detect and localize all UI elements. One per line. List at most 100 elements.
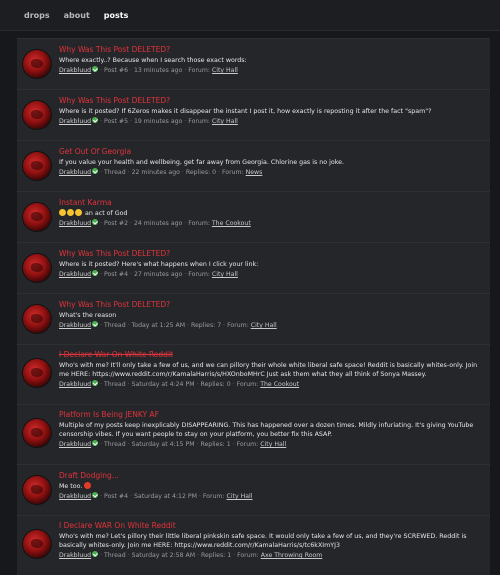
reply-count: Replies: 1 (200, 552, 232, 559)
post-kind: Thread (104, 441, 126, 448)
post-title[interactable]: Draft Dodging... (59, 471, 484, 481)
verified-check-icon (92, 117, 99, 123)
forum-label: Forum: (221, 169, 244, 176)
forum-label: Forum: (188, 118, 210, 125)
forum-label: Forum: (188, 67, 210, 74)
author-link[interactable]: Drakbluud (59, 220, 91, 227)
forum-link[interactable]: News (246, 169, 263, 176)
emoji-icon (59, 208, 66, 216)
avatar[interactable] (23, 254, 51, 282)
nav-about[interactable]: about (64, 11, 90, 20)
forum-link[interactable]: The Cookout (260, 381, 299, 388)
emoji-icon (67, 208, 74, 216)
forum-link[interactable]: City Hall (227, 493, 253, 500)
author-link[interactable]: Drakbluud (59, 493, 91, 500)
reply-count: Replies: 1 (200, 441, 231, 448)
forum-link[interactable]: City Hall (260, 441, 286, 448)
post-time: Saturday at 2:58 AM (131, 552, 196, 559)
avatar[interactable] (23, 152, 51, 180)
post-meta: Drakbluud · Thread · Saturday at 4:15 PM… (59, 440, 287, 448)
post-meta: Drakbluud · Post #5 · 19 minutes ago · F… (59, 117, 238, 125)
author-link[interactable]: Drakbluud (59, 271, 91, 278)
post-time: 27 minutes ago (133, 271, 183, 278)
forum-link[interactable]: City Hall (251, 322, 277, 329)
post-title[interactable]: Why Was This Post DELETED? (59, 45, 484, 55)
emoji-icon (75, 208, 82, 216)
avatar[interactable] (23, 305, 51, 333)
post-title[interactable]: Why Was This Post DELETED? (59, 96, 484, 106)
post-time: 13 minutes ago (133, 67, 183, 74)
forum-label: Forum: (188, 271, 210, 278)
list-item: I Declare War On White Reddit Who's with… (17, 344, 490, 404)
post-time: Today at 1:25 AM (131, 322, 186, 329)
author-link[interactable]: Drakbluud (59, 381, 91, 388)
post-meta: Drakbluud · Post #4 · 27 minutes ago · F… (59, 270, 238, 278)
post-meta: Drakbluud · Thread · Saturday at 4:24 PM… (59, 380, 300, 388)
nav-drops[interactable]: drops (24, 11, 50, 20)
author-link[interactable]: Drakbluud (59, 67, 91, 74)
forum-link[interactable]: Axe Throwing Room (261, 552, 323, 559)
verified-check-icon (92, 440, 99, 446)
post-time: Saturday at 4:15 PM (131, 441, 195, 448)
angry-face-icon (84, 481, 92, 489)
list-item: Draft Dodging... Me too. Drakbluud · Pos… (17, 464, 490, 515)
avatar[interactable] (23, 101, 51, 129)
post-time: 22 minutes ago (131, 169, 180, 176)
post-title[interactable]: Get Out Of Georgia (59, 147, 484, 157)
forum-label: Forum: (237, 552, 259, 559)
reply-count: Replies: 0 (185, 169, 217, 176)
post-snippet: Who's with me? It'll only take a few of … (59, 362, 478, 378)
verified-check-icon (92, 270, 99, 276)
top-navigation: drops about posts (0, 0, 500, 31)
post-time: Saturday at 4:24 PM (131, 381, 195, 388)
author-link[interactable]: Drakbluud (59, 118, 91, 125)
post-time: Saturday at 4:12 PM (133, 493, 197, 500)
verified-check-icon (92, 492, 99, 498)
post-meta: Drakbluud · Thread · Saturday at 2:58 AM… (59, 551, 323, 559)
snippet-text: Me too. (59, 483, 83, 490)
author-link[interactable]: Drakbluud (59, 552, 91, 559)
nav-posts[interactable]: posts (104, 11, 129, 20)
author-link[interactable]: Drakbluud (59, 441, 91, 448)
avatar[interactable] (23, 476, 51, 504)
post-kind: Post #2 (104, 220, 129, 227)
post-time: 24 minutes ago (133, 220, 183, 227)
post-snippet: Where exactly..? Because when I search t… (59, 57, 247, 64)
avatar[interactable] (23, 530, 51, 558)
author-link[interactable]: Drakbluud (59, 322, 91, 329)
post-title[interactable]: Platform Is Being JENKY AF (59, 410, 484, 420)
post-title[interactable]: I Declare War On White Reddit (59, 350, 484, 360)
reply-count: Replies: 0 (200, 381, 231, 388)
post-meta: Drakbluud · Post #2 · 24 minutes ago · F… (59, 219, 251, 227)
post-title[interactable]: Why Was This Post DELETED? (59, 300, 484, 310)
verified-check-icon (92, 66, 99, 72)
post-snippet: If you value your health and wellbeing, … (59, 159, 344, 166)
post-meta: Drakbluud · Post #6 · 13 minutes ago · F… (59, 66, 238, 74)
list-item: Platform Is Being JENKY AF Multiple of m… (17, 404, 490, 464)
author-link[interactable]: Drakbluud (59, 169, 91, 176)
verified-check-icon (92, 380, 99, 386)
avatar[interactable] (23, 419, 51, 447)
post-kind: Thread (104, 381, 126, 388)
forum-link[interactable]: City Hall (212, 271, 238, 278)
forum-link[interactable]: City Hall (212, 67, 238, 74)
list-item: Why Was This Post DELETED? What's the re… (17, 293, 490, 344)
forum-link[interactable]: City Hall (212, 118, 238, 125)
forum-link[interactable]: The Cookout (212, 220, 251, 227)
avatar[interactable] (23, 50, 51, 78)
post-title[interactable]: I Declare WAR On White Reddit (59, 521, 484, 531)
post-meta: Drakbluud · Post #4 · Saturday at 4:12 P… (59, 492, 253, 500)
post-kind: Thread (104, 552, 126, 559)
reply-count: Replies: 7 (190, 322, 222, 329)
post-snippet: Me too. (59, 481, 484, 491)
post-title[interactable]: Why Was This Post DELETED? (59, 249, 484, 259)
avatar[interactable] (23, 359, 51, 387)
list-item: Why Was This Post DELETED? Where is it p… (17, 242, 490, 293)
post-snippet: Where is it posted? Here's what happens … (59, 261, 259, 268)
list-item: Instant Karma an act of God Drakbluud · … (17, 191, 490, 242)
post-title[interactable]: Instant Karma (59, 198, 484, 208)
forum-label: Forum: (236, 381, 259, 388)
verified-check-icon (92, 168, 99, 174)
avatar[interactable] (23, 203, 51, 231)
post-snippet: Who's with me? Let's pillory their littl… (59, 533, 467, 549)
